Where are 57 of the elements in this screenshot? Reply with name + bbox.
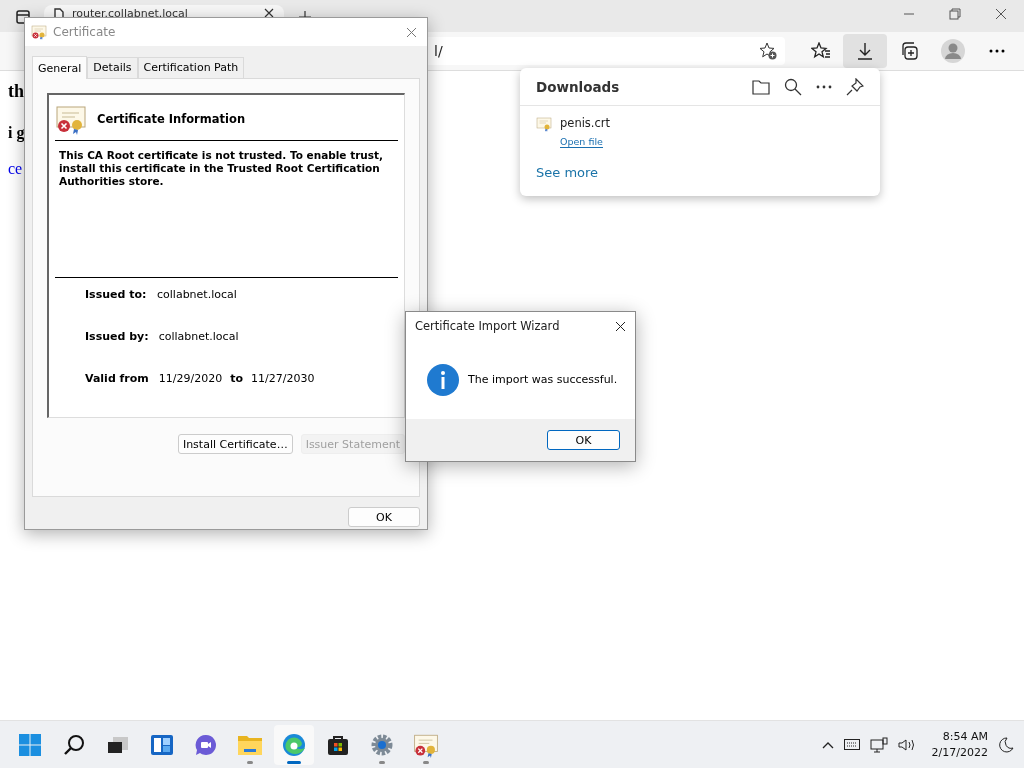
dialog-tab[interactable]: Certification Path xyxy=(137,57,245,78)
field-label: Valid from xyxy=(85,371,149,387)
see-more-link[interactable]: See more xyxy=(536,165,599,180)
ok-button[interactable]: OK xyxy=(547,430,620,450)
install-certificate-button[interactable]: Install Certificate… xyxy=(177,434,293,454)
trust-message: This CA Root certificate is not trusted. To enable trust, install this certificate in the Trusted Root Certification Authorities store. xyxy=(58,148,385,188)
search-icon[interactable] xyxy=(63,733,85,756)
chevron-up-icon[interactable] xyxy=(821,740,834,749)
gear-icon[interactable] xyxy=(370,732,394,757)
ok-button[interactable]: OK xyxy=(348,507,420,527)
folder-icon[interactable] xyxy=(752,78,770,95)
restore-icon[interactable] xyxy=(949,8,961,20)
field-value: 11/27/2030 xyxy=(251,371,315,387)
dialog-tab[interactable]: Details xyxy=(87,57,138,78)
certificate-file-icon xyxy=(536,116,552,132)
task-view-icon[interactable] xyxy=(107,735,129,754)
dialog-tab[interactable]: General xyxy=(32,56,88,79)
search-icon[interactable] xyxy=(784,77,802,96)
workspaces-icon[interactable] xyxy=(16,10,30,24)
clock-date[interactable]: 2/17/2022 xyxy=(931,744,988,761)
certificate-icon xyxy=(55,103,87,135)
section-title: Certificate Information xyxy=(97,112,246,126)
window-title: Certificate xyxy=(53,25,117,39)
close-icon[interactable] xyxy=(264,8,274,18)
keyboard-icon[interactable] xyxy=(843,739,860,750)
downloads-icon[interactable] xyxy=(843,34,887,68)
folder-icon[interactable] xyxy=(237,733,263,756)
widgets-icon[interactable] xyxy=(150,733,174,756)
panel-title: Downloads xyxy=(536,78,621,95)
certificate-icon xyxy=(31,24,47,40)
browser-icon[interactable] xyxy=(282,732,306,757)
file-name: penis.crt xyxy=(560,116,611,130)
field-value: collabnet.local xyxy=(157,287,237,303)
message-text: The import was successful. xyxy=(468,373,618,386)
more-icon[interactable] xyxy=(816,84,832,89)
page-heading: th xyxy=(8,81,24,102)
field-value: 11/29/2020 xyxy=(158,371,223,387)
store-icon[interactable] xyxy=(327,733,349,756)
chat-icon[interactable] xyxy=(194,732,218,757)
info-icon xyxy=(427,363,459,396)
open-file-link[interactable]: Open file xyxy=(560,136,603,148)
page-link[interactable]: ce xyxy=(8,160,23,178)
field-label: Issued to: xyxy=(85,287,147,303)
add-favorite-icon[interactable] xyxy=(759,42,777,60)
start-icon[interactable] xyxy=(18,732,42,757)
volume-icon[interactable] xyxy=(897,737,916,752)
window-title: Certificate Import Wizard xyxy=(415,319,561,333)
close-icon[interactable] xyxy=(615,320,626,332)
clock-time[interactable]: 8:54 AM xyxy=(931,728,988,745)
close-icon[interactable] xyxy=(995,8,1007,20)
page-text: i g xyxy=(8,124,25,142)
field-label: Issued by: xyxy=(85,329,149,345)
pin-icon[interactable] xyxy=(846,77,864,96)
field-label: to xyxy=(230,371,244,387)
field-value: collabnet.local xyxy=(158,329,239,345)
network-icon[interactable] xyxy=(869,736,888,753)
moon-icon[interactable] xyxy=(998,736,1014,753)
